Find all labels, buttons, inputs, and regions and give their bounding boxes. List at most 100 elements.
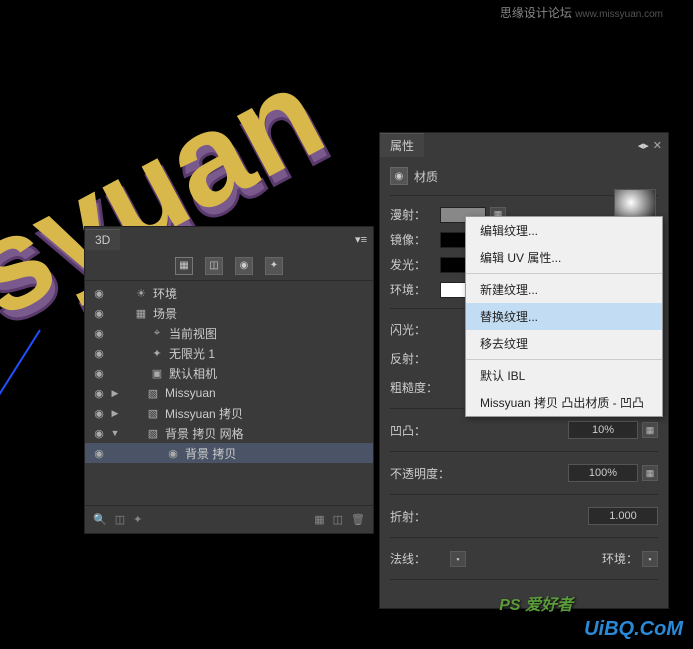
menu-separator [466, 273, 662, 274]
expand-arrow-icon[interactable]: ▶ [109, 408, 121, 419]
visibility-eye-icon[interactable]: ◉ [89, 427, 109, 440]
label-normal: 法线： [390, 550, 450, 567]
tree-row[interactable]: ◉▶ ▧ Missyuan [85, 383, 373, 403]
camera-icon: ▣ [149, 367, 165, 380]
item-label: 当前视图 [169, 325, 217, 342]
tab-properties[interactable]: 属性 [380, 133, 424, 157]
section-label: 材质 [414, 168, 438, 185]
visibility-eye-icon[interactable]: ◉ [89, 287, 109, 300]
prop-refraction: 折射： 1.000 [390, 501, 658, 531]
label-reflection: 反射： [390, 350, 450, 367]
label-opacity: 不透明度： [390, 465, 450, 482]
label-shine: 闪光： [390, 321, 450, 338]
expand-arrow-icon[interactable]: ▶ [109, 388, 121, 399]
bump-value[interactable]: 10% [568, 421, 638, 439]
section-material: ◉ 材质 [390, 163, 658, 189]
label-diffuse: 漫射： [390, 206, 436, 223]
site-name: 思缘设计论坛 [500, 6, 572, 20]
material-icon: ◉ [165, 447, 181, 460]
ctx-edit-texture[interactable]: 编辑纹理... [466, 217, 662, 244]
visibility-eye-icon[interactable]: ◉ [89, 307, 109, 320]
item-label: 背景 拷贝 网格 [165, 425, 244, 442]
item-label: 背景 拷贝 [185, 445, 236, 462]
light-icon: ☀ [133, 287, 149, 300]
visibility-eye-icon[interactable]: ◉ [89, 387, 109, 400]
ctx-edit-uv[interactable]: 编辑 UV 属性... [466, 244, 662, 271]
expand-arrow-icon[interactable]: ▼ [109, 428, 121, 438]
context-menu: 编辑纹理... 编辑 UV 属性... 新建纹理... 替换纹理... 移去纹理… [465, 216, 663, 417]
refraction-value[interactable]: 1.000 [588, 507, 658, 525]
visibility-eye-icon[interactable]: ◉ [89, 347, 109, 360]
panel-menu-button[interactable]: ▾≡ [349, 233, 373, 246]
texture-picker-icon[interactable]: ▦ [642, 465, 658, 481]
tree-row[interactable]: ◉▶ ▧ Missyuan 拷贝 [85, 403, 373, 423]
item-label: 无限光 1 [169, 345, 215, 362]
watermark: PS 爱好者 UiBQ.CoM [584, 618, 683, 641]
panel-menu-button[interactable]: ◂▸✕ [632, 139, 668, 152]
mesh-icon: ▧ [145, 427, 161, 440]
label-roughness: 粗糙度： [390, 379, 450, 396]
tree-row[interactable]: ◉ ⌖ 当前视图 [85, 323, 373, 343]
mesh-icon: ▧ [145, 407, 161, 420]
label-specular: 镜像： [390, 231, 436, 248]
visibility-eye-icon[interactable]: ◉ [89, 447, 109, 460]
item-label: 场景 [153, 305, 177, 322]
panel-3d-tabbar: 3D ▾≡ [85, 227, 373, 251]
site-url: www.missyuan.com [575, 9, 663, 20]
panel-props-tabbar: 属性 ◂▸✕ [380, 133, 668, 157]
texture-picker-icon[interactable]: ▦ [642, 422, 658, 438]
tree-row[interactable]: ◉ ✦ 无限光 1 [85, 343, 373, 363]
item-label: 默认相机 [169, 365, 217, 382]
close-icon: ✕ [653, 139, 662, 152]
folder-icon[interactable]: ▪ [642, 551, 658, 567]
panel-3d-footer: 🔍 ◫ ✦ ▦ ◫ 🗑 [85, 505, 373, 533]
tab-3d[interactable]: 3D [85, 229, 120, 250]
panel-3d: 3D ▾≡ ▦ ◫ ◉ ✦ ◉ ☀ 环境 ◉ ▦ 场景 ◉ ⌖ 当前视图 ◉ ✦ 无限光 1 ◉… [84, 226, 374, 534]
tree-row[interactable]: ◉ ◉ 背景 拷贝 [85, 443, 373, 463]
delete-icon[interactable]: 🗑 [351, 513, 365, 526]
new-icon[interactable]: ◫ [333, 513, 343, 526]
item-label: Missyuan [165, 386, 216, 400]
tree-row[interactable]: ◉▼ ▧ 背景 拷贝 网格 [85, 423, 373, 443]
header-branding: 思缘设计论坛 www.missyuan.com [500, 4, 663, 21]
watermark-ps: PS 爱好者 [499, 591, 573, 615]
item-label: Missyuan 拷贝 [165, 405, 243, 422]
ctx-new-texture[interactable]: 新建纹理... [466, 276, 662, 303]
label-bump: 凹凸： [390, 422, 450, 439]
mesh-icon: ▧ [145, 387, 161, 400]
ctx-default-ibl[interactable]: 默认 IBL [466, 362, 662, 389]
view-icon: ⌖ [149, 327, 165, 340]
render-icon[interactable]: ▦ [314, 513, 324, 526]
light-add-icon[interactable]: ✦ [133, 513, 142, 526]
add-icon[interactable]: ◫ [115, 513, 125, 526]
folder-icon[interactable]: ▪ [450, 551, 466, 567]
prop-bump: 凹凸： 10%▦ [390, 415, 658, 445]
label-environment: 环境： [602, 550, 638, 567]
panel-3d-filterbar: ▦ ◫ ◉ ✦ [85, 251, 373, 281]
tree-row[interactable]: ◉ ☀ 环境 [85, 283, 373, 303]
scene-tree: ◉☀环境 ◉▦场景 ◉⌖当前视图 ◉✦无限光 1 ◉▣默认相机 ◉▶▧Missy… [85, 281, 373, 505]
item-label: 环境 [153, 285, 177, 302]
label-illumination: 发光： [390, 256, 436, 273]
prop-opacity: 不透明度： 100%▦ [390, 458, 658, 488]
tree-row[interactable]: ◉ ▦ 场景 [85, 303, 373, 323]
ctx-material-bump[interactable]: Missyuan 拷贝 凸出材质 - 凹凸 [466, 389, 662, 416]
watermark-domain: UiBQ.CoM [584, 618, 683, 640]
filter-mesh-icon[interactable]: ◫ [205, 257, 223, 275]
visibility-eye-icon[interactable]: ◉ [89, 367, 109, 380]
filter-light-icon[interactable]: ✦ [265, 257, 283, 275]
ctx-replace-texture[interactable]: 替换纹理... [466, 303, 662, 330]
opacity-value[interactable]: 100% [568, 464, 638, 482]
label-refraction: 折射： [390, 508, 450, 525]
tree-row[interactable]: ◉ ▣ 默认相机 [85, 363, 373, 383]
filter-material-icon[interactable]: ◉ [235, 257, 253, 275]
visibility-eye-icon[interactable]: ◉ [89, 327, 109, 340]
material-section-icon: ◉ [390, 167, 408, 185]
search-icon[interactable]: 🔍 [93, 513, 107, 526]
prop-normal-env: 法线： ▪ 环境： ▪ [390, 544, 658, 573]
light-icon: ✦ [149, 347, 165, 360]
scene-icon: ▦ [133, 307, 149, 320]
visibility-eye-icon[interactable]: ◉ [89, 407, 109, 420]
ctx-remove-texture[interactable]: 移去纹理 [466, 330, 662, 357]
filter-scene-icon[interactable]: ▦ [175, 257, 193, 275]
